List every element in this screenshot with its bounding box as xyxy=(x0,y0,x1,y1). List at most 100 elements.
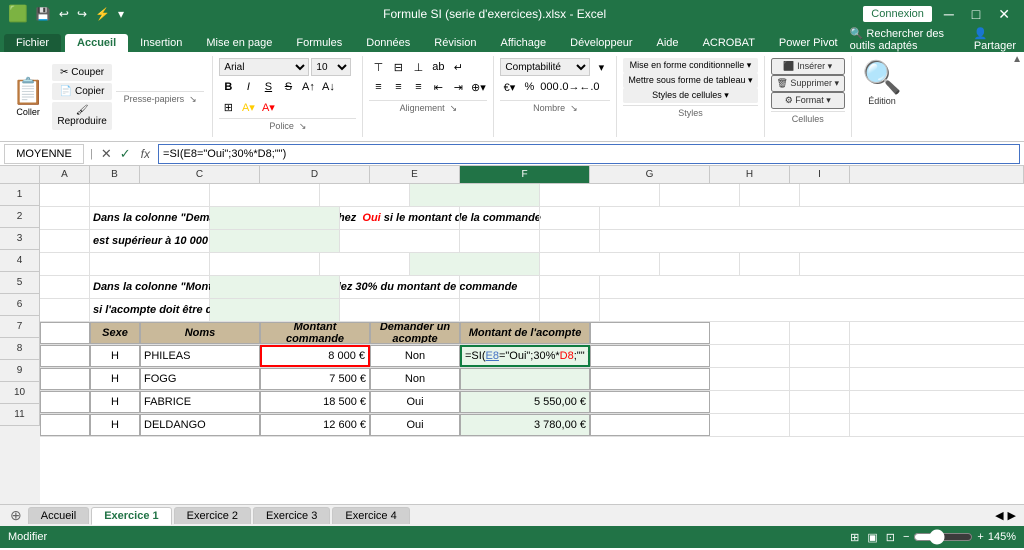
cancel-formula-button[interactable]: ✕ xyxy=(99,146,114,162)
col-header-g[interactable]: G xyxy=(590,166,710,183)
font-size-select[interactable]: 10 xyxy=(311,58,351,76)
zoom-in-button[interactable]: + xyxy=(977,531,983,543)
strikethrough-button[interactable]: S xyxy=(279,78,297,96)
cell-f6[interactable] xyxy=(340,299,460,321)
align-right-button[interactable]: ≡ xyxy=(409,78,427,96)
cell-f5[interactable] xyxy=(340,276,460,298)
cell-a6[interactable] xyxy=(40,299,90,321)
name-box[interactable] xyxy=(4,144,84,164)
cell-a10[interactable] xyxy=(40,391,90,413)
conditional-formatting-button[interactable]: Mise en forme conditionnelle ▾ xyxy=(623,58,757,73)
fill-color-button[interactable]: A▾ xyxy=(239,98,257,116)
cell-i9[interactable] xyxy=(790,368,850,390)
cell-b10-sexe[interactable]: H xyxy=(90,391,140,413)
share-button[interactable]: 👤 Partager xyxy=(974,27,1016,52)
cell-c7-noms[interactable]: Noms xyxy=(140,322,260,344)
cell-styles-button[interactable]: Styles de cellules ▾ xyxy=(623,88,757,103)
row-header-1[interactable]: 1 xyxy=(0,184,40,206)
cell-f7-acompte[interactable]: Montant de l'acompte xyxy=(460,322,590,344)
copy-button[interactable]: 📄 Copier xyxy=(52,83,111,100)
cell-g3[interactable] xyxy=(460,230,540,252)
cell-h7[interactable] xyxy=(710,322,790,344)
middle-align-button[interactable]: ⊟ xyxy=(389,58,407,76)
cell-h9[interactable] xyxy=(710,368,790,390)
cell-g6[interactable] xyxy=(460,299,540,321)
format-cells-button[interactable]: ⚙ Format ▾ xyxy=(771,92,845,109)
redo-button[interactable]: ↪ xyxy=(75,7,89,21)
sheet-tab-exercice4[interactable]: Exercice 4 xyxy=(332,507,409,524)
ribbon-collapse-button[interactable]: ▲ xyxy=(1012,54,1022,65)
font-increase-button[interactable]: A↑ xyxy=(299,78,317,96)
cell-d9-montant[interactable]: 7 500 € xyxy=(260,368,370,390)
currency-button[interactable]: €▾ xyxy=(500,78,518,96)
cell-f1[interactable] xyxy=(540,184,660,206)
col-header-f[interactable]: F xyxy=(460,166,590,183)
font-decrease-button[interactable]: A↓ xyxy=(319,78,337,96)
cell-c8-nom[interactable]: PHILEAS xyxy=(140,345,260,367)
connexion-button[interactable]: Connexion xyxy=(863,6,932,22)
scroll-right-button[interactable]: ▶ xyxy=(1008,509,1016,522)
add-sheet-button[interactable]: ⊕ xyxy=(4,505,28,526)
cell-a11[interactable] xyxy=(40,414,90,436)
cell-d1[interactable] xyxy=(320,184,410,206)
cell-c4[interactable] xyxy=(210,253,320,275)
font-family-select[interactable]: Arial xyxy=(219,58,309,76)
cell-f9-acompte[interactable] xyxy=(460,368,590,390)
tab-affichage[interactable]: Affichage xyxy=(488,34,558,52)
underline-button[interactable]: S xyxy=(259,78,277,96)
cell-g4[interactable] xyxy=(660,253,740,275)
search-tools-label[interactable]: 🔍 Rechercher des outils adaptés xyxy=(850,27,966,52)
cell-h11[interactable] xyxy=(710,414,790,436)
save-button[interactable]: 💾 xyxy=(34,7,53,21)
view-page-break-button[interactable]: ⊡ xyxy=(886,531,895,544)
tab-mise-en-page[interactable]: Mise en page xyxy=(194,34,284,52)
undo-button[interactable]: ↩ xyxy=(57,7,71,21)
view-normal-button[interactable]: ⊞ xyxy=(850,531,859,544)
cell-e7-demander[interactable]: Demander un acompte xyxy=(370,322,460,344)
tab-accueil[interactable]: Accueil xyxy=(65,34,128,52)
cell-f10-acompte[interactable]: 5 550,00 € xyxy=(460,391,590,413)
cell-e5[interactable] xyxy=(210,276,340,298)
cell-a2[interactable] xyxy=(40,207,90,229)
row-header-4[interactable]: 4 xyxy=(0,250,40,272)
decrease-indent-button[interactable]: ⇤ xyxy=(429,78,447,96)
align-left-button[interactable]: ≡ xyxy=(369,78,387,96)
row-header-6[interactable]: 6 xyxy=(0,294,40,316)
align-center-button[interactable]: ≡ xyxy=(389,78,407,96)
tab-donnees[interactable]: Données xyxy=(354,34,422,52)
row-header-3[interactable]: 3 xyxy=(0,228,40,250)
cell-b7-sexe[interactable]: Sexe xyxy=(90,322,140,344)
cell-f4[interactable] xyxy=(540,253,660,275)
cut-button[interactable]: ✂ Couper xyxy=(52,64,111,81)
cell-g11[interactable] xyxy=(590,414,710,436)
col-header-d[interactable]: D xyxy=(260,166,370,183)
cell-d10-montant[interactable]: 18 500 € xyxy=(260,391,370,413)
tab-acrobat[interactable]: ACROBAT xyxy=(691,34,767,52)
cell-g1[interactable] xyxy=(660,184,740,206)
sheet-tab-exercice2[interactable]: Exercice 2 xyxy=(174,507,251,524)
number-format-select[interactable]: Comptabilité xyxy=(500,58,590,76)
cell-c10-nom[interactable]: FABRICE xyxy=(140,391,260,413)
row-header-9[interactable]: 9 xyxy=(0,360,40,382)
cell-g7[interactable] xyxy=(590,322,710,344)
cell-b8-sexe[interactable]: H xyxy=(90,345,140,367)
cell-f11-acompte[interactable]: 3 780,00 € xyxy=(460,414,590,436)
cell-b11-sexe[interactable]: H xyxy=(90,414,140,436)
delete-cells-button[interactable]: 🗑 Supprimer ▾ xyxy=(771,75,845,92)
number-format-dropdown[interactable]: ▾ xyxy=(592,58,610,76)
paste-button[interactable]: 📋 Coller xyxy=(8,74,48,119)
decrease-decimal-button[interactable]: ←.0 xyxy=(580,78,598,96)
increase-indent-button[interactable]: ⇥ xyxy=(449,78,467,96)
row-header-10[interactable]: 10 xyxy=(0,382,40,404)
percent-button[interactable]: % xyxy=(520,78,538,96)
formula-input[interactable] xyxy=(158,144,1020,164)
top-align-button[interactable]: ⊤ xyxy=(369,58,387,76)
wrap-text-button[interactable]: ↵ xyxy=(449,58,467,76)
font-color-button[interactable]: A▾ xyxy=(259,98,277,116)
cell-b5[interactable]: Dans la colonne "Montant de l'acompte", … xyxy=(90,276,210,298)
cell-h6[interactable] xyxy=(540,299,600,321)
cell-g9[interactable] xyxy=(590,368,710,390)
qa-more-button[interactable]: ⚡ xyxy=(93,7,112,21)
cell-d11-montant[interactable]: 12 600 € xyxy=(260,414,370,436)
zoom-slider[interactable] xyxy=(913,529,973,545)
